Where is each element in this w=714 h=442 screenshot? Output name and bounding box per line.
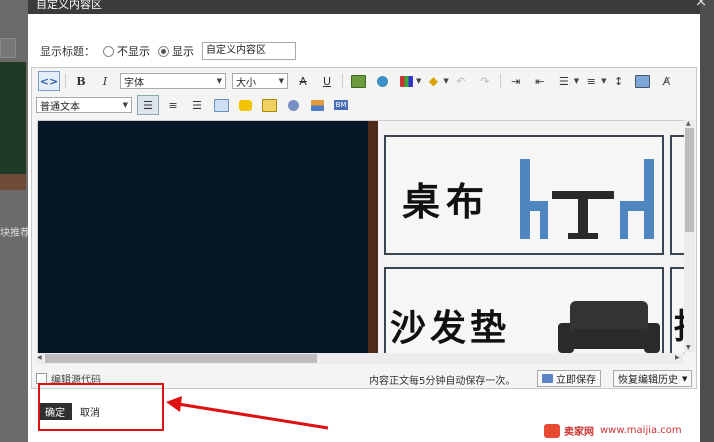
annotation-arrow xyxy=(166,396,329,430)
watermark-url: www.maijia.com xyxy=(600,425,682,436)
maijia-logo-icon xyxy=(544,423,560,438)
watermark: 卖家网 www.maijia.com xyxy=(544,419,714,442)
watermark-brand: 卖家网 xyxy=(564,427,594,438)
